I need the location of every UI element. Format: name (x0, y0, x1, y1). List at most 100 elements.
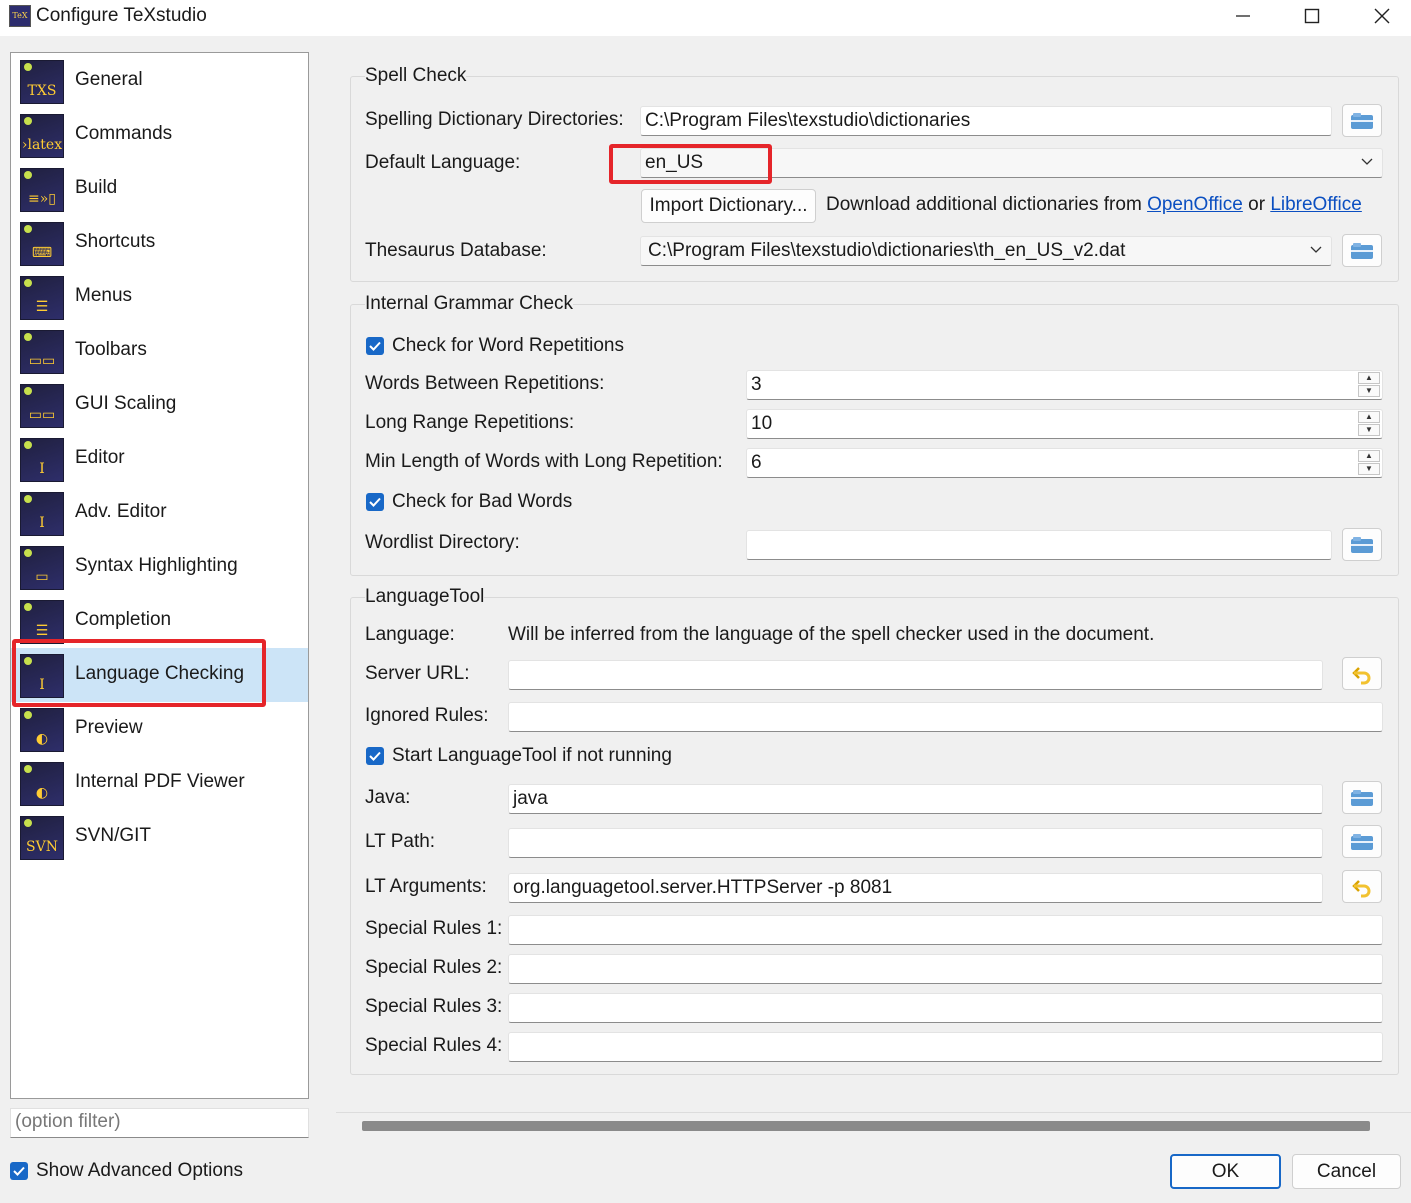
toolbar-icon: ▭▭ (20, 330, 64, 374)
spark-decoration (24, 441, 32, 449)
spark-decoration (24, 63, 32, 71)
openoffice-link[interactable]: OpenOffice (1147, 194, 1243, 215)
libreoffice-link[interactable]: LibreOffice (1270, 194, 1362, 215)
special-rules-4-input[interactable] (508, 1032, 1383, 1062)
spin-down-icon[interactable]: ▼ (1358, 385, 1380, 397)
divider (336, 1112, 1411, 1113)
import-dictionary-button[interactable]: Import Dictionary... (641, 189, 816, 223)
browse-lt-path-button[interactable] (1342, 825, 1382, 858)
chevron-down-icon (1361, 158, 1373, 165)
spin-down-icon[interactable]: ▼ (1358, 424, 1380, 436)
wordlist-input[interactable] (746, 530, 1332, 560)
minimize-icon (1236, 15, 1250, 17)
option-filter-input[interactable]: (option filter) (10, 1108, 309, 1138)
lt-path-input[interactable] (508, 828, 1323, 858)
show-advanced-options-checkbox[interactable]: Show Advanced Options (10, 1160, 243, 1182)
sidebar-item-adv-editor[interactable]: I Adv. Editor (11, 486, 308, 540)
icon-glyph: I (39, 515, 45, 531)
dict-dirs-input[interactable]: C:\Program Files\texstudio\dictionaries (640, 106, 1332, 136)
settings-category-list: TXS General ›latex Commands ≡»▯ Build ⌨ Shortcu… (10, 52, 309, 1099)
sidebar-item-editor[interactable]: I Editor (11, 432, 308, 486)
icon-glyph: ›latex (21, 137, 63, 153)
ok-button[interactable]: OK (1170, 1154, 1281, 1189)
check-bad-words-checkbox[interactable]: Check for Bad Words (366, 491, 572, 513)
sidebar-item-shortcuts[interactable]: ⌨ Shortcuts (11, 216, 308, 270)
reset-server-url-button[interactable] (1342, 657, 1382, 690)
spin-down-icon[interactable]: ▼ (1358, 463, 1380, 475)
folder-open-icon (1351, 833, 1373, 850)
special-rules-2-input[interactable] (508, 954, 1383, 984)
folder-open-icon (1351, 536, 1373, 553)
server-url-input[interactable] (508, 660, 1323, 690)
long-range-value: 10 (751, 413, 773, 434)
preview-icon: ◐ (20, 708, 64, 752)
lt-path-label: LT Path: (365, 831, 436, 852)
server-url-label: Server URL: (365, 663, 470, 684)
check-word-repetitions-checkbox[interactable]: Check for Word Repetitions (366, 335, 624, 357)
spark-decoration (24, 279, 32, 287)
languagetool-title: LanguageTool (365, 586, 485, 608)
icon-glyph: ☰ (35, 299, 49, 315)
txs-icon: TXS (20, 60, 64, 104)
sidebar-item-general[interactable]: TXS General (11, 54, 308, 108)
minimize-button[interactable] (1208, 0, 1278, 32)
build-icon: ≡»▯ (20, 168, 64, 212)
check-word-repetitions-label: Check for Word Repetitions (392, 335, 624, 356)
dict-dirs-label: Spelling Dictionary Directories: (365, 109, 624, 130)
sidebar-item-gui-scaling[interactable]: ▭▭ GUI Scaling (11, 378, 308, 432)
horizontal-scrollbar[interactable] (362, 1121, 1370, 1131)
download-dictionaries-text: Download additional dictionaries from Op… (826, 194, 1362, 216)
thesaurus-select[interactable]: C:\Program Files\texstudio\dictionaries\… (640, 236, 1332, 266)
words-between-spinbox[interactable]: 3 ▲ ▼ (746, 370, 1383, 400)
menu-icon: ☰ (20, 276, 64, 320)
icon-glyph: ▭▭ (28, 407, 56, 423)
sidebar-item-label: Internal PDF Viewer (75, 771, 245, 792)
browse-wordlist-button[interactable] (1342, 528, 1382, 561)
java-input[interactable]: java (508, 784, 1323, 814)
sidebar-item-menus[interactable]: ☰ Menus (11, 270, 308, 324)
ignored-rules-input[interactable] (508, 702, 1383, 732)
sidebar-item-internal-pdf-viewer[interactable]: ◐ Internal PDF Viewer (11, 756, 308, 810)
cancel-button[interactable]: Cancel (1292, 1154, 1401, 1189)
spin-buttons[interactable]: ▲ ▼ (1358, 372, 1380, 398)
special-rules-1-input[interactable] (508, 915, 1383, 945)
sidebar-item-commands[interactable]: ›latex Commands (11, 108, 308, 162)
spin-buttons[interactable]: ▲ ▼ (1358, 450, 1380, 476)
spark-decoration (24, 603, 32, 611)
checkbox-checked-icon (366, 337, 384, 355)
icon-glyph: ⌨ (31, 245, 53, 261)
min-length-value: 6 (751, 452, 762, 473)
long-range-spinbox[interactable]: 10 ▲ ▼ (746, 409, 1383, 439)
syntax-icon: ▭ (20, 546, 64, 590)
sidebar-item-label: Commands (75, 123, 173, 144)
sidebar-item-syntax-highlighting[interactable]: ▭ Syntax Highlighting (11, 540, 308, 594)
sidebar-item-toolbars[interactable]: ▭▭ Toolbars (11, 324, 308, 378)
sidebar-item-label: Editor (75, 447, 125, 468)
browse-dict-dirs-button[interactable] (1342, 104, 1382, 137)
sidebar-item-preview[interactable]: ◐ Preview (11, 702, 308, 756)
start-languagetool-checkbox[interactable]: Start LanguageTool if not running (366, 745, 672, 767)
special-rules-3-input[interactable] (508, 993, 1383, 1023)
java-label: Java: (365, 787, 411, 808)
latex-icon: ›latex (20, 114, 64, 158)
thesaurus-value: C:\Program Files\texstudio\dictionaries\… (648, 240, 1126, 261)
min-length-spinbox[interactable]: 6 ▲ ▼ (746, 448, 1383, 478)
browse-thesaurus-button[interactable] (1342, 234, 1382, 267)
long-range-label: Long Range Repetitions: (365, 412, 575, 433)
min-length-label: Min Length of Words with Long Repetition… (365, 451, 723, 472)
close-button[interactable] (1347, 0, 1411, 32)
lt-arguments-input[interactable]: org.languagetool.server.HTTPServer -p 80… (508, 873, 1323, 903)
spark-decoration (24, 819, 32, 827)
spark-decoration (24, 495, 32, 503)
sidebar-item-label: SVN/GIT (75, 825, 152, 846)
folder-open-icon (1351, 789, 1373, 806)
sidebar-item-label: Menus (75, 285, 133, 306)
spin-buttons[interactable]: ▲ ▼ (1358, 411, 1380, 437)
special-rules-3-label: Special Rules 3: (365, 996, 503, 1017)
browse-java-button[interactable] (1342, 781, 1382, 814)
maximize-button[interactable] (1277, 0, 1347, 32)
folder-open-icon (1351, 242, 1373, 259)
reset-lt-arguments-button[interactable] (1342, 870, 1382, 903)
sidebar-item-svn-git[interactable]: SVN SVN/GIT (11, 810, 308, 864)
sidebar-item-build[interactable]: ≡»▯ Build (11, 162, 308, 216)
